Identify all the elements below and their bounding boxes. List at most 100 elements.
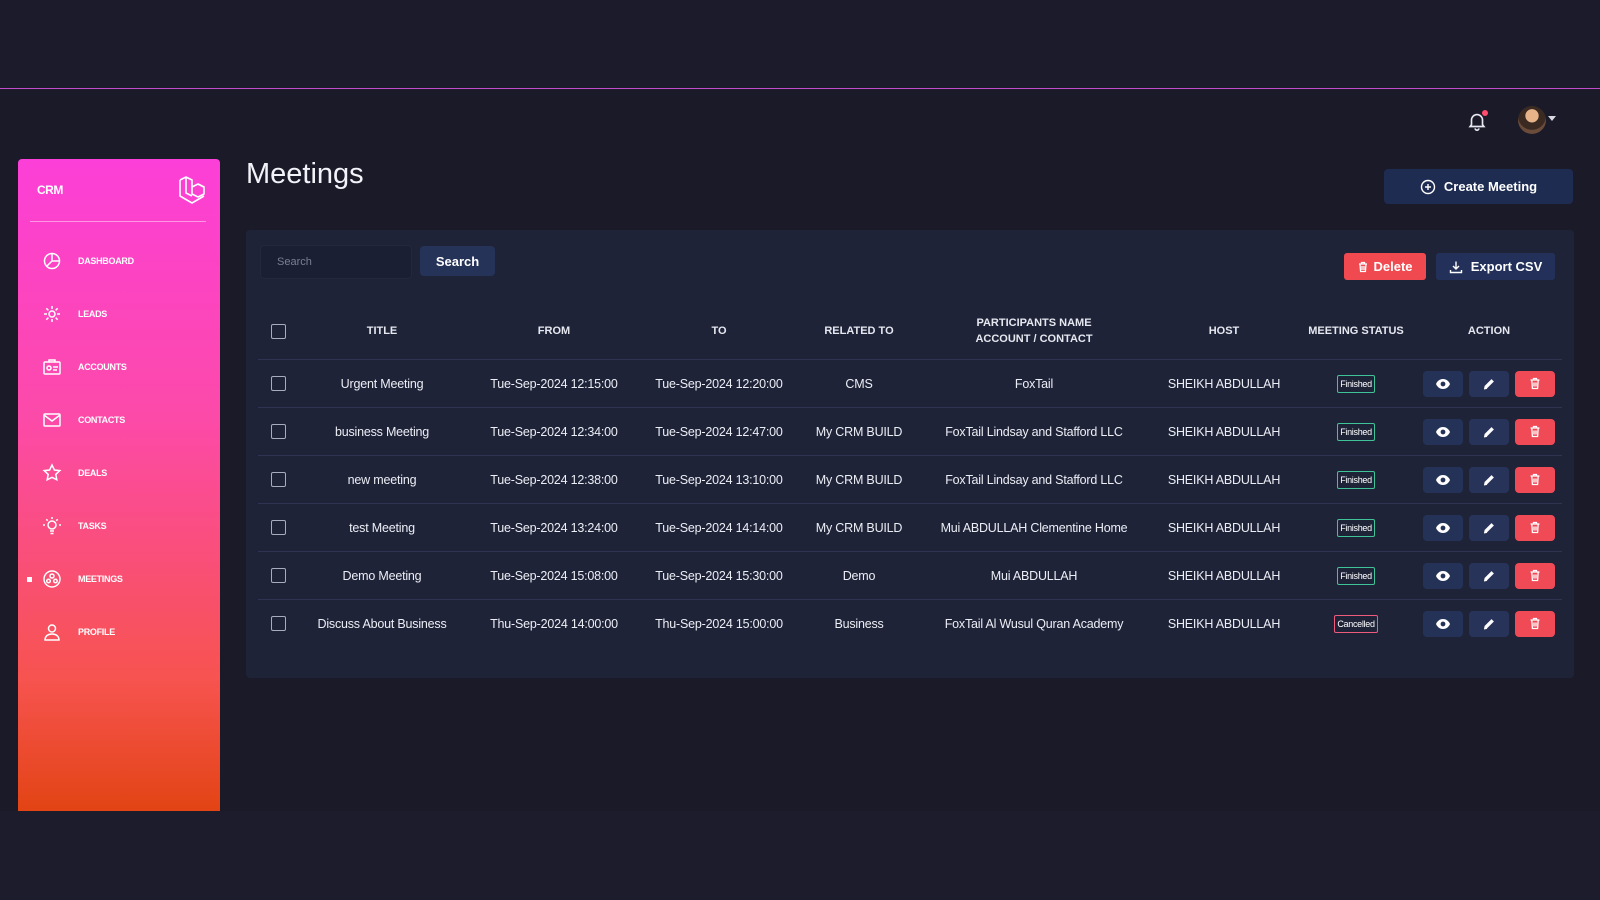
notification-dot <box>1482 110 1488 116</box>
edit-button[interactable] <box>1469 562 1509 589</box>
cell-participants: Mui ABDULLAH Clementine Home <box>940 520 1128 535</box>
delete-label: Delete <box>1373 259 1413 274</box>
search-button[interactable]: Search <box>420 246 495 276</box>
row-select-cell <box>266 552 290 599</box>
header-to[interactable]: TO <box>636 302 802 360</box>
cell-to: Tue-Sep-2024 14:14:00 <box>655 520 783 535</box>
row-checkbox[interactable] <box>270 568 286 583</box>
table-body: Urgent Meeting Tue-Sep-2024 12:15:00 Tue… <box>258 360 1562 648</box>
tasks-icon <box>42 516 62 536</box>
search-input[interactable] <box>260 245 412 279</box>
cell-participants: Mui ABDULLAH <box>990 568 1078 583</box>
header-meeting-status[interactable]: MEETING STATUS <box>1296 302 1416 360</box>
cell-participants: FoxTail Lindsay and Stafford LLC <box>945 472 1123 487</box>
pencil-icon <box>1483 570 1494 581</box>
sidebar-item-tasks[interactable]: TASKS <box>18 508 220 544</box>
table-header: TITLE FROM TO RELATED TO PARTICIPANTS NA… <box>258 302 1562 360</box>
trash-icon <box>1359 261 1368 272</box>
view-button[interactable] <box>1423 610 1463 637</box>
edit-button[interactable] <box>1469 466 1509 493</box>
header-related-to[interactable]: RELATED TO <box>802 302 916 360</box>
sidebar-item-deals[interactable]: DEALS <box>18 455 220 491</box>
cell-to: Tue-Sep-2024 12:20:00 <box>655 376 783 391</box>
row-select-cell <box>266 360 290 407</box>
cell-title: test Meeting <box>349 520 415 535</box>
trash-icon <box>1530 521 1540 534</box>
header-participants[interactable]: PARTICIPANTS NAME ACCOUNT / CONTACT <box>916 302 1152 360</box>
top-band <box>0 0 1600 89</box>
cell-related-to: CMS <box>845 376 873 391</box>
table-row: new meeting Tue-Sep-2024 12:38:00 Tue-Se… <box>258 456 1562 504</box>
view-button[interactable] <box>1423 418 1463 445</box>
header-title[interactable]: TITLE <box>304 302 460 360</box>
edit-button[interactable] <box>1469 418 1509 445</box>
view-button[interactable] <box>1423 562 1463 589</box>
cell-status: Finished <box>1296 552 1416 599</box>
export-csv-button[interactable]: Export CSV <box>1436 253 1555 280</box>
leads-icon <box>42 304 62 324</box>
sidebar-item-leads[interactable]: LEADS <box>18 296 220 332</box>
notification-bell-icon[interactable] <box>1466 110 1488 132</box>
delete-row-button[interactable] <box>1515 562 1555 589</box>
brand-name: CRM <box>37 183 63 197</box>
row-checkbox[interactable] <box>270 472 286 487</box>
create-meeting-button[interactable]: Create Meeting <box>1384 169 1573 204</box>
status-badge: Finished <box>1337 470 1375 489</box>
delete-button[interactable]: Delete <box>1344 253 1426 280</box>
sidebar-item-profile[interactable]: PROFILE <box>18 614 220 650</box>
edit-button[interactable] <box>1469 610 1509 637</box>
avatar[interactable] <box>1518 106 1546 134</box>
export-csv-label: Export CSV <box>1470 259 1543 274</box>
eye-icon <box>1436 618 1450 629</box>
cell-to: Thu-Sep-2024 15:00:00 <box>655 616 783 631</box>
sidebar-item-label: DEALS <box>78 468 108 478</box>
chevron-down-icon[interactable] <box>1548 116 1556 121</box>
delete-row-button[interactable] <box>1515 514 1555 541</box>
delete-row-button[interactable] <box>1515 610 1555 637</box>
cell-host: SHEIKH ABDULLAH <box>1167 424 1281 439</box>
pencil-icon <box>1483 378 1494 389</box>
sidebar-item-accounts[interactable]: ACCOUNTS <box>18 349 220 385</box>
delete-row-button[interactable] <box>1515 466 1555 493</box>
cell-to: Tue-Sep-2024 12:47:00 <box>655 424 783 439</box>
view-button[interactable] <box>1423 370 1463 397</box>
edit-button[interactable] <box>1469 514 1509 541</box>
table-row: business Meeting Tue-Sep-2024 12:34:00 T… <box>258 408 1562 456</box>
sidebar-item-dashboard[interactable]: DASHBOARD <box>18 243 220 279</box>
table-row: Demo Meeting Tue-Sep-2024 15:08:00 Tue-S… <box>258 552 1562 600</box>
view-button[interactable] <box>1423 466 1463 493</box>
row-checkbox[interactable] <box>270 520 286 535</box>
cell-status: Finished <box>1296 408 1416 455</box>
deals-icon <box>42 463 62 483</box>
cell-related-to: Demo <box>842 568 876 583</box>
delete-row-button[interactable] <box>1515 370 1555 397</box>
cell-from: Tue-Sep-2024 13:24:00 <box>490 520 618 535</box>
row-checkbox[interactable] <box>270 376 286 391</box>
meetings-icon <box>42 569 62 589</box>
view-button[interactable] <box>1423 514 1463 541</box>
page-title: Meetings <box>246 158 364 190</box>
cell-host: SHEIKH ABDULLAH <box>1167 616 1281 631</box>
meetings-card: Search Delete Export CSV TITLE FROM TO R… <box>246 230 1574 678</box>
cell-status: Cancelled <box>1296 600 1416 647</box>
row-checkbox[interactable] <box>270 424 286 439</box>
sidebar-item-label: ACCOUNTS <box>78 362 127 372</box>
header-host[interactable]: HOST <box>1152 302 1296 360</box>
cell-title: Demo Meeting <box>342 568 422 583</box>
accounts-icon <box>42 357 62 377</box>
cell-host: SHEIKH ABDULLAH <box>1167 376 1281 391</box>
sidebar-item-label: CONTACTS <box>78 415 125 425</box>
table-row: Discuss About Business Thu-Sep-2024 14:0… <box>258 600 1562 648</box>
status-badge: Finished <box>1337 422 1375 441</box>
sidebar-divider <box>30 221 206 222</box>
sidebar-item-meetings[interactable]: MEETINGS <box>18 561 220 597</box>
sidebar-item-contacts[interactable]: CONTACTS <box>18 402 220 438</box>
row-checkbox[interactable] <box>270 616 286 631</box>
sidebar-item-label: LEADS <box>78 309 108 319</box>
header-from[interactable]: FROM <box>472 302 636 360</box>
sidebar-item-label: PROFILE <box>78 627 115 637</box>
header-select-all <box>266 302 290 360</box>
edit-button[interactable] <box>1469 370 1509 397</box>
select-all-checkbox[interactable] <box>270 323 286 339</box>
delete-row-button[interactable] <box>1515 418 1555 445</box>
